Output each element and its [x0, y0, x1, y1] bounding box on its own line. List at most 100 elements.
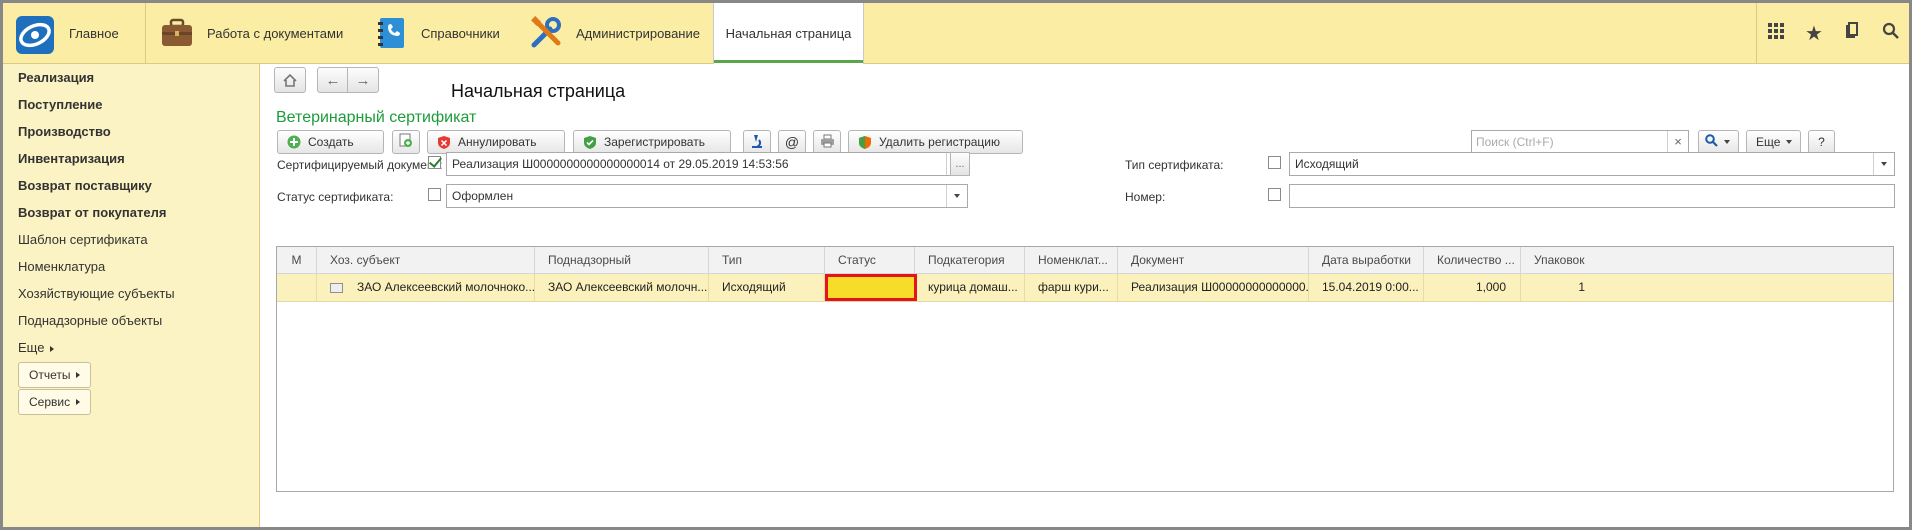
clear-search-icon[interactable]: ×: [1667, 131, 1688, 153]
table-header: М Хоз. субъект Поднадзорный Тип Статус П…: [277, 247, 1893, 274]
logo-icon: [15, 15, 54, 54]
sidebar-item-receipts[interactable]: Поступление: [18, 97, 103, 112]
column-header[interactable]: Количество ...: [1424, 247, 1521, 273]
column-header[interactable]: Документ: [1118, 247, 1309, 273]
print-button[interactable]: [813, 130, 841, 154]
section-admin[interactable]: Администрирование: [528, 3, 700, 63]
grid-icon[interactable]: [1761, 22, 1791, 45]
shield-green-icon: [583, 135, 597, 150]
history-icon[interactable]: [1837, 21, 1867, 45]
search-options-button[interactable]: [1698, 130, 1739, 154]
app-window: Главное Работа с документами Справочники…: [3, 3, 1909, 527]
number-filter-field[interactable]: [1289, 184, 1895, 208]
subcategory-cell: курица домаш...: [915, 274, 1025, 301]
column-header[interactable]: Тип: [709, 247, 825, 273]
type-filter-value: Исходящий: [1295, 157, 1359, 171]
service-button[interactable]: Сервис: [18, 389, 92, 415]
microscope-button[interactable]: [743, 130, 771, 154]
column-header[interactable]: Подкатегория: [915, 247, 1025, 273]
back-button[interactable]: ←: [317, 67, 349, 93]
arrow-right-icon: →: [355, 71, 371, 89]
number-filter-label: Номер:: [1125, 190, 1166, 204]
annul-button[interactable]: Аннулировать: [427, 130, 565, 154]
more-label: Еще: [1756, 135, 1781, 149]
table-row[interactable]: ЗАО Алексеевский молочноко... ЗАО Алексе…: [277, 274, 1893, 302]
doc-filter-checkbox[interactable]: [428, 156, 441, 169]
copy-button[interactable]: [392, 130, 420, 154]
help-button[interactable]: ?: [1808, 130, 1835, 154]
sidebar-item-more[interactable]: Еще: [18, 340, 55, 355]
column-header[interactable]: Упаковок: [1521, 247, 1599, 273]
doc-filter-field[interactable]: Реализация Ш0000000000000000014 от 29.05…: [446, 152, 968, 176]
sidebar-item-nomenclature[interactable]: Номенклатура: [18, 259, 105, 274]
type-cell: Исходящий: [709, 274, 825, 301]
form-title: Ветеринарный сертификат: [276, 109, 477, 126]
register-button[interactable]: Зарегистрировать: [573, 130, 731, 154]
sidebar: Реализация Поступление Производство Инве…: [3, 64, 260, 527]
sidebar-item-return-customer[interactable]: Возврат от покупателя: [18, 205, 166, 220]
entity-cell: ЗАО Алексеевский молочноко...: [317, 274, 535, 301]
printer-icon: [820, 134, 835, 151]
shield-red-icon: [437, 135, 451, 150]
sidebar-item-business-entities[interactable]: Хозяйствующие субъекты: [18, 286, 175, 301]
status-filter-label: Статус сертификата:: [277, 190, 394, 204]
sidebar-item-inventory[interactable]: Инвентаризация: [18, 151, 125, 166]
sidebar-item-cert-template[interactable]: Шаблон сертификата: [18, 232, 148, 247]
sidebar-item-return-supplier[interactable]: Возврат поставщику: [18, 178, 152, 193]
chevron-right-icon: [50, 346, 55, 352]
sidebar-more-label: Еще: [18, 340, 45, 355]
sections-bar: Главное Работа с документами Справочники…: [3, 3, 1909, 64]
column-header[interactable]: Номенклат...: [1025, 247, 1118, 273]
arrow-left-icon: ←: [325, 71, 341, 89]
section-label: Администрирование: [576, 25, 700, 41]
supervised-cell: ЗАО Алексеевский молочн...: [535, 274, 709, 301]
chevron-down-icon[interactable]: [1873, 153, 1894, 175]
chevron-down-icon[interactable]: [946, 185, 967, 207]
register-label: Зарегистрировать: [604, 135, 705, 149]
reports-label: Отчеты: [29, 368, 71, 382]
chevron-right-icon: [76, 372, 81, 378]
doc-filter-label: Сертифицируемый документ:: [277, 158, 443, 172]
home-button[interactable]: [274, 67, 306, 93]
section-catalogs[interactable]: Справочники: [373, 3, 500, 63]
sidebar-item-production[interactable]: Производство: [18, 124, 111, 139]
sidebar-item-sales[interactable]: Реализация: [18, 70, 94, 85]
status-filter-checkbox[interactable]: [428, 188, 441, 201]
phonebook-icon: [373, 15, 409, 51]
number-filter-checkbox[interactable]: [1268, 188, 1281, 201]
status-highlight: [825, 274, 917, 301]
delete-registration-label: Удалить регистрацию: [879, 135, 1000, 149]
reports-button[interactable]: Отчеты: [18, 362, 92, 388]
column-header[interactable]: М: [277, 247, 317, 273]
search-icon[interactable]: [1875, 22, 1905, 45]
section-main[interactable]: Главное: [15, 3, 119, 63]
status-filter-field[interactable]: Оформлен: [446, 184, 968, 208]
column-header[interactable]: Статус: [825, 247, 915, 273]
doc-select-button[interactable]: ...: [950, 152, 970, 176]
type-filter-label: Тип сертификата:: [1125, 158, 1224, 172]
chevron-right-icon: [76, 399, 81, 405]
forward-button[interactable]: →: [347, 67, 379, 93]
briefcase-icon: [159, 15, 195, 51]
document-cell: Реализация Ш00000000000000...: [1118, 274, 1309, 301]
tab-start-page[interactable]: Начальная страница: [713, 3, 864, 64]
sidebar-item-supervised-objects[interactable]: Поднадзорные объекты: [18, 313, 162, 328]
type-filter-field[interactable]: Исходящий: [1289, 152, 1895, 176]
create-button[interactable]: Создать: [277, 130, 384, 154]
annul-label: Аннулировать: [458, 135, 537, 149]
section-label: Главное: [69, 25, 119, 41]
copy-doc-icon: [399, 133, 413, 151]
column-header[interactable]: Хоз. субъект: [317, 247, 535, 273]
type-filter-checkbox[interactable]: [1268, 156, 1281, 169]
column-header[interactable]: Поднадзорный: [535, 247, 709, 273]
star-icon[interactable]: ★: [1799, 21, 1829, 46]
certificates-table[interactable]: М Хоз. субъект Поднадзорный Тип Статус П…: [276, 246, 1894, 492]
more-button[interactable]: Еще: [1746, 130, 1801, 154]
mark-cell: [277, 274, 317, 301]
section-documents[interactable]: Работа с документами: [159, 3, 343, 63]
column-header[interactable]: Дата выработки: [1309, 247, 1424, 273]
top-right-tools: ★: [1756, 3, 1909, 63]
delete-registration-button[interactable]: Удалить регистрацию: [848, 130, 1023, 154]
email-button[interactable]: @: [778, 130, 806, 154]
search-input[interactable]: Поиск (Ctrl+F) ×: [1471, 130, 1689, 154]
